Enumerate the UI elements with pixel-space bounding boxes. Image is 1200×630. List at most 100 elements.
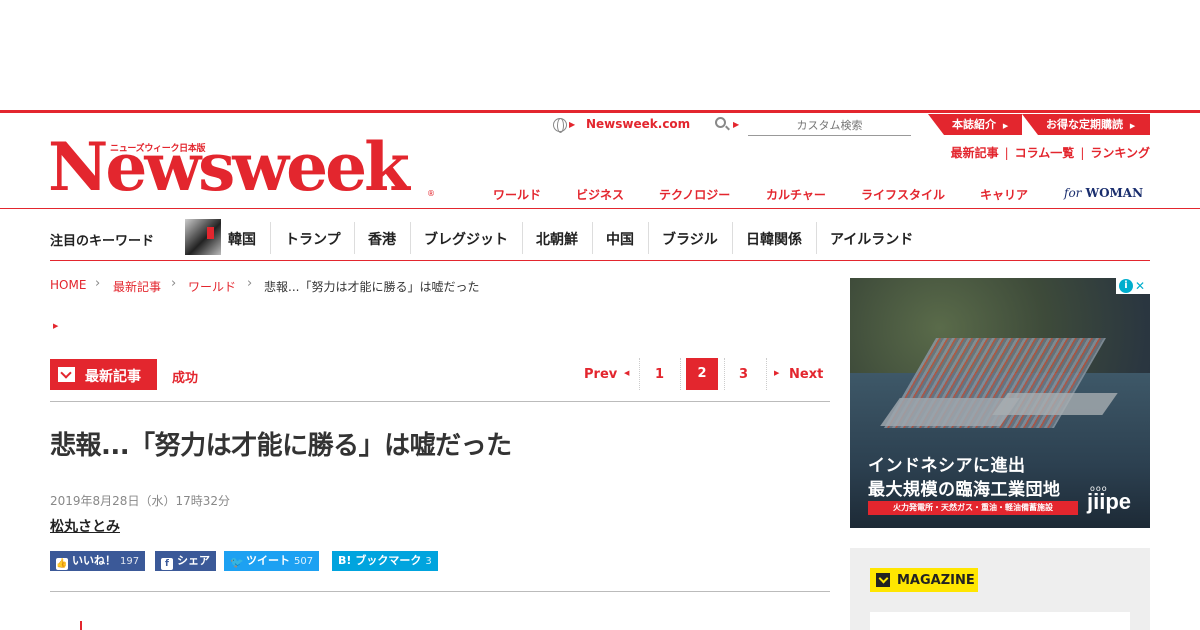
divider bbox=[410, 222, 411, 254]
article-author[interactable]: 松丸さとみ bbox=[50, 516, 120, 536]
utility-links: 最新記事 | コラム一覧 | ランキング bbox=[945, 144, 1150, 161]
divider bbox=[50, 401, 830, 402]
search-input[interactable] bbox=[748, 116, 911, 136]
for-woman-prefix: for bbox=[1064, 186, 1082, 200]
keyword-thumbnail bbox=[185, 219, 221, 255]
utility-columns-link[interactable]: コラム一覧 bbox=[1009, 146, 1081, 160]
ad-close-icon[interactable]: ✕ bbox=[1135, 278, 1145, 294]
divider bbox=[816, 222, 817, 254]
like-label: いいね！ bbox=[72, 554, 116, 567]
divider bbox=[522, 222, 523, 254]
divider bbox=[354, 222, 355, 254]
nav-for-woman[interactable]: for WOMAN bbox=[1064, 186, 1143, 200]
article-body-marker bbox=[80, 621, 82, 630]
ad-image-dock bbox=[992, 393, 1118, 415]
nav-world[interactable]: ワールド bbox=[493, 186, 541, 203]
about-magazine-label: 本誌紹介 bbox=[952, 118, 996, 131]
latest-articles-label: 最新記事 bbox=[85, 369, 141, 385]
breadcrumb-world[interactable]: ワールド bbox=[188, 278, 236, 295]
breadcrumb-chevron-icon: › bbox=[95, 276, 101, 291]
registered-mark: ® bbox=[427, 189, 435, 198]
twitter-bird-icon: 🐦 bbox=[230, 556, 244, 569]
divider bbox=[270, 222, 271, 254]
facebook-icon: f bbox=[161, 558, 173, 570]
thumbs-up-icon: 👍 bbox=[56, 558, 68, 570]
nav-lifestyle[interactable]: ライフスタイル bbox=[861, 186, 945, 203]
about-magazine-button[interactable]: 本誌紹介 ▶ bbox=[928, 114, 1022, 135]
share-label: シェア bbox=[177, 554, 210, 567]
keyword-brexit[interactable]: ブレグジット bbox=[424, 229, 508, 249]
pagination-page-3[interactable]: 3 bbox=[739, 367, 748, 382]
ad-banner[interactable]: i ✕ インドネシアに進出 最大規模の臨海工業団地 火力発電所・天然ガス・重油・… bbox=[850, 278, 1150, 528]
facebook-like-button[interactable]: 👍 いいね！ 197 bbox=[50, 551, 146, 571]
pagination-page-1[interactable]: 1 bbox=[655, 367, 664, 382]
article-date: 2019年8月28日（水）17時32分 bbox=[50, 494, 230, 508]
tweet-count: 507 bbox=[294, 556, 314, 567]
divider bbox=[680, 358, 681, 390]
search-icon[interactable] bbox=[715, 117, 726, 128]
for-woman-text: WOMAN bbox=[1085, 186, 1144, 200]
chevron-down-icon bbox=[876, 573, 890, 587]
chevron-right-icon: ▶ bbox=[1002, 122, 1009, 130]
article-title: 悲報...「努力は才能に勝る」は嘘だった bbox=[50, 431, 512, 461]
ad-info-icon[interactable]: i bbox=[1119, 279, 1133, 293]
bookmark-count: 3 bbox=[425, 556, 432, 567]
keyword-ireland[interactable]: アイルランド bbox=[830, 229, 913, 249]
breadcrumb-chevron-icon: › bbox=[171, 276, 177, 291]
category-link[interactable]: 成功 bbox=[172, 367, 198, 386]
keyword-japan-korea[interactable]: 日韓関係 bbox=[746, 229, 802, 249]
keyword-north-korea[interactable]: 北朝鮮 bbox=[536, 229, 578, 249]
bookmark-label: ブックマーク bbox=[355, 554, 422, 567]
utility-latest-link[interactable]: 最新記事 bbox=[945, 146, 1005, 160]
keywords-label: 注目のキーワード bbox=[50, 234, 155, 249]
globe-icon bbox=[553, 118, 567, 133]
like-count: 197 bbox=[120, 556, 140, 567]
subscribe-button[interactable]: お得な定期購読 ▶ bbox=[1022, 114, 1150, 135]
divider bbox=[648, 222, 649, 254]
keyword-brazil[interactable]: ブラジル bbox=[662, 229, 718, 249]
chevron-right-icon: ▶ bbox=[1129, 122, 1136, 130]
nav-culture[interactable]: カルチャー bbox=[766, 186, 826, 203]
breadcrumb-home[interactable]: HOME bbox=[50, 278, 86, 292]
header-bottom-rule bbox=[0, 208, 1200, 209]
header-top-rule bbox=[0, 110, 1200, 113]
breadcrumb-chevron-icon: › bbox=[247, 276, 253, 291]
ad-choices[interactable]: i ✕ bbox=[1116, 278, 1150, 294]
utility-ranking-link[interactable]: ランキング bbox=[1084, 146, 1150, 160]
pagination-page-2-current[interactable]: 2 bbox=[686, 358, 718, 390]
chevron-left-icon: ◀ bbox=[624, 369, 630, 377]
chevron-right-icon: ▶ bbox=[733, 120, 740, 129]
hatena-bookmark-button[interactable]: B! ブックマーク 3 bbox=[332, 551, 438, 571]
divider bbox=[639, 358, 640, 390]
divider bbox=[732, 222, 733, 254]
pagination-prev[interactable]: Prev bbox=[584, 367, 617, 382]
newsweek-logo[interactable]: Newsweek bbox=[48, 134, 410, 200]
magazine-card[interactable] bbox=[870, 612, 1130, 630]
chevron-right-icon: ▶ bbox=[569, 120, 576, 129]
breadcrumb-current: 悲報...「努力は才能に勝る」は嘘だった bbox=[264, 280, 480, 294]
chevron-down-icon bbox=[58, 367, 75, 382]
divider bbox=[592, 222, 593, 254]
nav-career[interactable]: キャリア bbox=[980, 186, 1028, 203]
keyword-korea[interactable]: 韓国 bbox=[228, 229, 256, 249]
ad-headline-2: 最大規模の臨海工業団地 bbox=[868, 480, 1061, 500]
nav-business[interactable]: ビジネス bbox=[576, 186, 624, 203]
ad-subline: 火力発電所・天然ガス・重油・軽油備蓄施設 bbox=[868, 501, 1078, 515]
magazine-label: MAGAZINE bbox=[897, 573, 975, 588]
nav-technology[interactable]: テクノロジー bbox=[659, 186, 730, 203]
keyword-bar-rule bbox=[50, 260, 1150, 261]
keyword-trump[interactable]: トランプ bbox=[285, 229, 341, 249]
facebook-share-button[interactable]: f シェア bbox=[155, 551, 216, 571]
divider bbox=[766, 358, 767, 390]
ad-headline-1: インドネシアに進出 bbox=[868, 456, 1026, 476]
breadcrumb-latest[interactable]: 最新記事 bbox=[113, 278, 161, 295]
divider bbox=[724, 358, 725, 390]
keyword-china[interactable]: 中国 bbox=[606, 229, 634, 249]
tweet-button[interactable]: 🐦 ツイート 507 bbox=[224, 551, 320, 571]
newsweek-com-link[interactable]: Newsweek.com bbox=[586, 117, 690, 131]
hatena-b-icon: B! bbox=[338, 554, 352, 567]
chevron-right-icon: ▶ bbox=[53, 322, 59, 330]
chevron-right-icon: ▶ bbox=[774, 369, 780, 377]
pagination-next[interactable]: Next bbox=[789, 367, 823, 382]
keyword-hongkong[interactable]: 香港 bbox=[368, 229, 396, 249]
